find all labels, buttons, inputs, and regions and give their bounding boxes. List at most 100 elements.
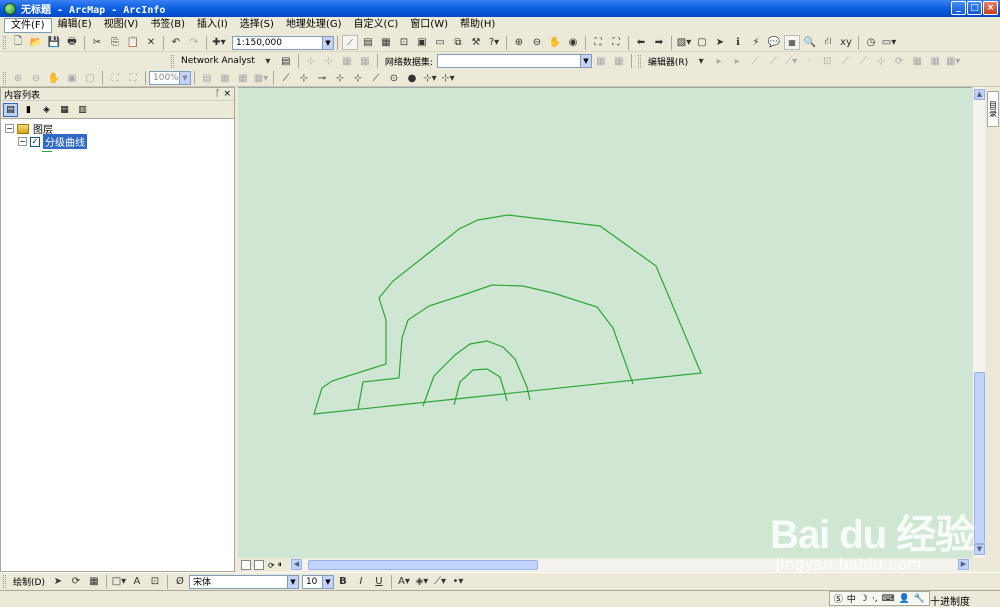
zoom-100-icon[interactable]: ▢: [82, 71, 98, 86]
catalog-dock-tab[interactable]: 目录: [987, 91, 999, 127]
reshape-icon[interactable]: ⟋: [837, 54, 853, 69]
wrench-icon[interactable]: 🔧: [914, 594, 925, 604]
select-network-location-icon[interactable]: ⊹: [321, 54, 337, 69]
hyperlink-icon[interactable]: ⚡: [748, 35, 764, 50]
ime-language[interactable]: 中: [847, 592, 856, 605]
create-viewer-window-icon[interactable]: ▭▾: [881, 35, 897, 50]
vertical-scroll-thumb[interactable]: [974, 372, 985, 544]
tree-row-layers[interactable]: − 图层: [5, 122, 230, 136]
layout-view-icon[interactable]: [254, 560, 264, 570]
sketch-properties-icon[interactable]: ▦: [927, 54, 943, 69]
network-dataset-combo[interactable]: ▼: [436, 54, 592, 68]
fixed-zoom-out-layout-icon[interactable]: ⛶: [125, 71, 141, 86]
select-elements-icon[interactable]: ➤: [50, 574, 66, 589]
menu-bookmarks[interactable]: 书签(B): [144, 18, 191, 33]
georef-point-icon[interactable]: ⊹: [296, 71, 312, 86]
font-size-combo[interactable]: 10 ▼: [301, 574, 334, 589]
map-vertical-scrollbar[interactable]: ▲ ▼: [972, 87, 985, 558]
toolbar-grip[interactable]: [3, 36, 6, 49]
fixed-zoom-out-icon[interactable]: ⛶: [608, 35, 624, 50]
chevron-down-icon[interactable]: ▼: [321, 575, 333, 588]
list-by-selection-icon[interactable]: ▦: [57, 103, 72, 117]
pause-icon[interactable]: ⏸: [278, 560, 282, 570]
table-of-contents-icon[interactable]: ▤: [360, 35, 376, 50]
find-icon[interactable]: 🔍: [802, 35, 818, 50]
fixed-zoom-in-layout-icon[interactable]: ⛶: [107, 71, 123, 86]
chevron-down-icon[interactable]: ▾: [693, 54, 709, 69]
chevron-down-icon[interactable]: ▼: [286, 575, 298, 588]
menu-edit[interactable]: 编辑(E): [52, 18, 98, 33]
menu-view[interactable]: 视图(V): [98, 18, 145, 33]
toolbar-grip[interactable]: [3, 71, 6, 85]
change-layout-icon[interactable]: ▦: [235, 71, 251, 86]
toc-close-icon[interactable]: ×: [223, 89, 231, 99]
keyboard-icon[interactable]: ⌨: [882, 594, 895, 604]
rotate-icon[interactable]: ⟳: [891, 54, 907, 69]
redo-icon[interactable]: ↷: [186, 35, 202, 50]
layer-name[interactable]: 分级曲线: [43, 134, 87, 149]
edit-annotation-icon[interactable]: ▸: [729, 54, 745, 69]
georef-line-icon[interactable]: ⟋: [278, 71, 294, 86]
rotate-icon[interactable]: ⟳: [68, 574, 84, 589]
endpoint-arc-icon[interactable]: ⟋: [765, 54, 781, 69]
marker-color-icon[interactable]: •▾: [450, 574, 466, 589]
forward-extent-icon[interactable]: ➡: [651, 35, 667, 50]
ime-logo-icon[interactable]: Ⓢ: [834, 592, 843, 605]
go-to-xy-icon[interactable]: xy: [838, 35, 854, 50]
straight-segment-icon[interactable]: ⟋: [747, 54, 763, 69]
toolbar-grip[interactable]: [3, 575, 6, 588]
georef-split2-icon[interactable]: ⊹▾: [422, 71, 438, 86]
data-driven-pages-icon[interactable]: ▦▾: [253, 71, 269, 86]
draw-menu[interactable]: 绘制(D): [9, 575, 49, 588]
search-window-icon[interactable]: ⊡: [396, 35, 412, 50]
cut-icon[interactable]: ✂: [89, 35, 105, 50]
menu-insert[interactable]: 插入(I): [191, 18, 234, 33]
directions-icon[interactable]: ▦: [611, 54, 627, 69]
chevron-down-icon[interactable]: ▼: [579, 55, 591, 67]
back-extent-icon[interactable]: ⬅: [633, 35, 649, 50]
whats-this-icon[interactable]: ?▾: [486, 35, 502, 50]
punctuation-icon[interactable]: ·,: [872, 594, 878, 604]
editor-toolbar-icon[interactable]: ⟋: [342, 35, 358, 50]
network-analyst-window-icon[interactable]: ▤: [278, 54, 294, 69]
paste-icon[interactable]: 📋: [125, 35, 141, 50]
delete-icon[interactable]: ✕: [143, 35, 159, 50]
map-view[interactable]: [238, 87, 972, 558]
scroll-left-icon[interactable]: ◀: [291, 559, 302, 570]
print-icon[interactable]: 🖶: [64, 35, 80, 50]
georef-sphere-icon[interactable]: ●: [404, 71, 420, 86]
select-features-icon[interactable]: ▧▾: [676, 35, 692, 50]
refresh-icon[interactable]: ⟳: [268, 561, 275, 570]
font-name-combo[interactable]: 宋体 ▼: [188, 574, 299, 589]
georef-circle-icon[interactable]: ⊙: [386, 71, 402, 86]
georef-more-icon[interactable]: ⊹▾: [440, 71, 456, 86]
layout-pan-icon[interactable]: ✋: [46, 71, 62, 86]
menu-help[interactable]: 帮助(H): [454, 18, 501, 33]
solve-icon[interactable]: ▦: [339, 54, 355, 69]
hammer-icon[interactable]: ⚒: [468, 35, 484, 50]
layout-zoom-out-icon[interactable]: ⊖: [28, 71, 44, 86]
tree-row-layer[interactable]: − ✓ 分级曲线: [5, 134, 230, 149]
georef-split-icon[interactable]: ⊹: [350, 71, 366, 86]
list-by-source-icon[interactable]: ▮: [21, 103, 36, 117]
point-icon[interactable]: ·: [801, 54, 817, 69]
undo-icon[interactable]: ↶: [168, 35, 184, 50]
minimize-button[interactable]: _: [951, 1, 966, 15]
toc-options-icon[interactable]: ▥: [75, 103, 90, 117]
collapse-icon[interactable]: −: [5, 124, 14, 133]
layout-zoom-combo[interactable]: 100% ▼: [149, 71, 191, 85]
rectangle-icon[interactable]: □▾: [111, 574, 127, 589]
pin-icon[interactable]: ᚴ: [215, 89, 220, 99]
create-network-location-icon[interactable]: ⊹: [303, 54, 319, 69]
zoom-to-selected-icon[interactable]: ▦: [86, 574, 102, 589]
zoom-out-icon[interactable]: ⊖: [529, 35, 545, 50]
clear-selection-icon[interactable]: ▢: [694, 35, 710, 50]
fixed-zoom-in-icon[interactable]: ⛶: [590, 35, 606, 50]
georef-merge-icon[interactable]: ⟋: [368, 71, 384, 86]
toolbar-grip[interactable]: [637, 54, 641, 68]
edit-vertices-icon[interactable]: ⊡: [147, 574, 163, 589]
menu-windows[interactable]: 窗口(W): [404, 18, 454, 33]
edit-vertices-icon[interactable]: ⊡: [819, 54, 835, 69]
identify-icon[interactable]: ℹ: [730, 35, 746, 50]
map-scale-combo[interactable]: 1:150,000 ▼: [232, 35, 334, 50]
